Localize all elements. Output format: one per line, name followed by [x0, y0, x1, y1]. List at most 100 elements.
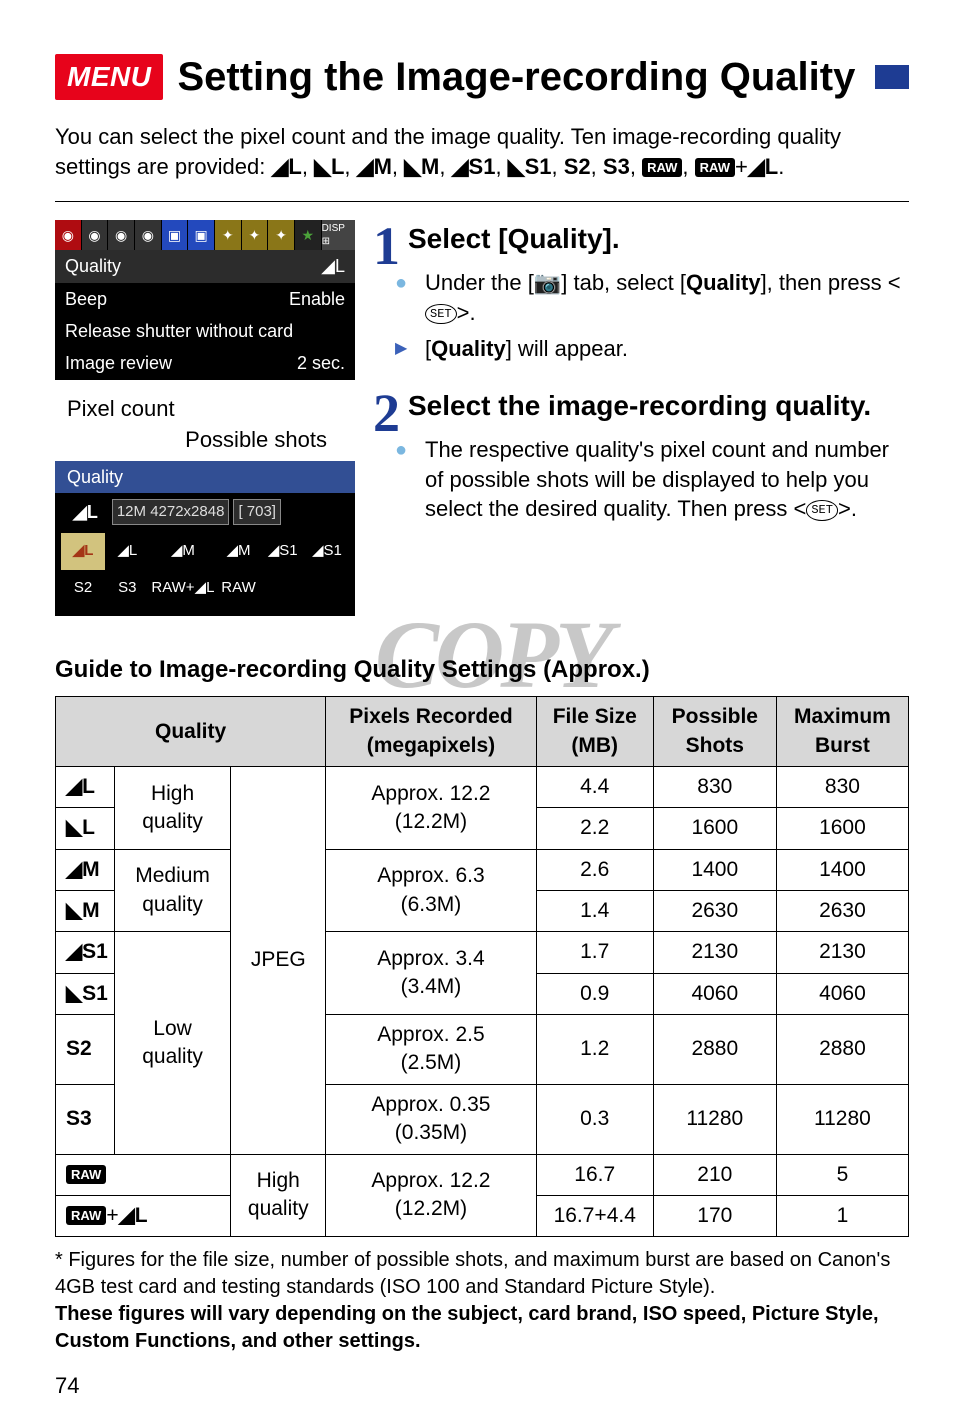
quality-icon: ◣S1 [56, 973, 115, 1014]
filesize-cell: 16.7 [536, 1154, 653, 1195]
quality-group: High quality [231, 1154, 326, 1237]
burst-cell: 2880 [776, 1015, 908, 1085]
shots-cell: 2880 [653, 1015, 776, 1085]
step-bullet: Under the [📷] tab, select [Quality], the… [373, 268, 909, 327]
format: JPEG [231, 767, 326, 1154]
set-button-icon: SET [425, 304, 457, 324]
wrench-tab-icon: ✦ [215, 220, 242, 250]
pixels-cell: Approx. 3.4(3.4M) [326, 932, 537, 1015]
quality-group: Low quality [114, 932, 230, 1154]
menu-label: Beep [65, 287, 107, 311]
wrench-tab-icon: ✦ [268, 220, 295, 250]
burst-cell: 2630 [776, 891, 908, 932]
table-header: Quality [56, 697, 326, 767]
shots-cell: 11280 [653, 1084, 776, 1154]
page-title-row: MENU Setting the Image-recording Quality [55, 50, 909, 104]
filesize-cell: 4.4 [536, 767, 653, 808]
pixels-cell: Approx. 6.3(6.3M) [326, 849, 537, 932]
quality-icon: S3 [56, 1084, 115, 1154]
quality-option: ◢L [61, 533, 105, 569]
burst-cell: 830 [776, 767, 908, 808]
right-column: 1 Select [Quality]. Under the [📷] tab, s… [373, 220, 909, 630]
filesize-cell: 0.9 [536, 973, 653, 1014]
menu-value: 2 sec. [297, 351, 345, 375]
menu-value: Enable [289, 287, 345, 311]
set-button-icon: SET [806, 500, 838, 520]
camera-quality-header: Quality [55, 461, 355, 493]
quality-option [261, 570, 305, 606]
shots-cell: 2630 [653, 891, 776, 932]
quality-option: ◢M [149, 533, 216, 569]
filesize-cell: 1.7 [536, 932, 653, 973]
page-title: Setting the Image-recording Quality [177, 50, 861, 104]
pixels-cell: Approx. 2.5(2.5M) [326, 1015, 537, 1085]
camera-quality-screen: Quality ◢L 12M 4272x2848 [ 703] ◢L ◢L ◢M… [55, 461, 355, 616]
table-header: File Size (MB) [536, 697, 653, 767]
shots-cell: 1600 [653, 808, 776, 849]
camera-tab-icon: ◉ [135, 220, 162, 250]
step-2: 2 Select the image-recording quality. Th… [373, 387, 909, 524]
playback-tab-icon: ▣ [162, 220, 189, 250]
step-title: Select [Quality]. [373, 220, 909, 258]
page-number: 74 [55, 1371, 909, 1401]
quality-option: S2 [61, 570, 105, 606]
burst-cell: 4060 [776, 973, 908, 1014]
left-column: ◉ ◉ ◉ ◉ ▣ ▣ ✦ ✦ ✦ ★ DISP ⊞ Quality ◢L Be… [55, 220, 355, 630]
possible-shots-label: Possible shots [55, 425, 355, 455]
shots-info: [ 703] [233, 499, 281, 525]
step-bullet: The respective quality's pixel count and… [373, 435, 909, 524]
quality-icon: ◢M [56, 849, 115, 890]
pixel-info: 12M 4272x2848 [112, 499, 230, 525]
camera-tabstrip: ◉ ◉ ◉ ◉ ▣ ▣ ✦ ✦ ✦ ★ DISP ⊞ [55, 220, 355, 250]
pixels-cell: Approx. 0.35(0.35M) [326, 1084, 537, 1154]
burst-cell: 1600 [776, 808, 908, 849]
filesize-cell: 0.3 [536, 1084, 653, 1154]
camera-tab-icon: ◉ [82, 220, 109, 250]
filesize-cell: 1.2 [536, 1015, 653, 1085]
menu-row-beep: Beep Enable [55, 283, 355, 315]
shots-cell: 830 [653, 767, 776, 808]
menu-label: Image review [65, 351, 172, 375]
disp-label: DISP ⊞ [322, 220, 355, 250]
burst-cell: 1400 [776, 849, 908, 890]
shots-cell: 2130 [653, 932, 776, 973]
quality-icon: RAW+◢L [56, 1195, 231, 1236]
menu-row-release: Release shutter without card [55, 315, 355, 347]
table-row: RAW High quality Approx. 12.2(12.2M) 16.… [56, 1154, 909, 1195]
menu-label: Quality [65, 254, 121, 278]
shots-cell: 210 [653, 1154, 776, 1195]
burst-cell: 11280 [776, 1084, 908, 1154]
shots-cell: 1400 [653, 849, 776, 890]
table-row: ◢S1 Low quality Approx. 3.4(3.4M) 1.7 21… [56, 932, 909, 973]
menu-row-quality: Quality ◢L [55, 250, 355, 282]
table-header: Maximum Burst [776, 697, 908, 767]
footnote: * Figures for the file size, number of p… [55, 1247, 909, 1355]
intro-paragraph: You can select the pixel count and the i… [55, 122, 909, 181]
table-row: ◢M Medium quality Approx. 6.3(6.3M) 2.6 … [56, 849, 909, 890]
pixels-cell: Approx. 12.2(12.2M) [326, 1154, 537, 1237]
burst-cell: 2130 [776, 932, 908, 973]
burst-cell: 5 [776, 1154, 908, 1195]
camera-tab-icon: ◉ [108, 220, 135, 250]
pixels-cell: Approx. 12.2(12.2M) [326, 767, 537, 850]
filesize-cell: 2.2 [536, 808, 653, 849]
filesize-cell: 1.4 [536, 891, 653, 932]
filesize-cell: 16.7+4.4 [536, 1195, 653, 1236]
quality-option: S3 [105, 570, 149, 606]
divider [55, 201, 909, 202]
wrench-tab-icon: ✦ [242, 220, 269, 250]
playback-tab-icon: ▣ [188, 220, 215, 250]
current-quality-icon: ◢L [63, 500, 108, 524]
step-1: 1 Select [Quality]. Under the [📷] tab, s… [373, 220, 909, 363]
quality-icon: S2 [56, 1015, 115, 1085]
quality-option: RAW+◢L [149, 570, 216, 606]
quality-option: ◢L [105, 533, 149, 569]
camera-tab-icon: ◉ [55, 220, 82, 250]
burst-cell: 1 [776, 1195, 908, 1236]
table-header: Possible Shots [653, 697, 776, 767]
filesize-cell: 2.6 [536, 849, 653, 890]
quality-group: High quality [114, 767, 230, 850]
quality-icon: RAW [56, 1154, 231, 1195]
pixel-count-label: Pixel count [67, 394, 355, 424]
quality-option [305, 570, 349, 606]
